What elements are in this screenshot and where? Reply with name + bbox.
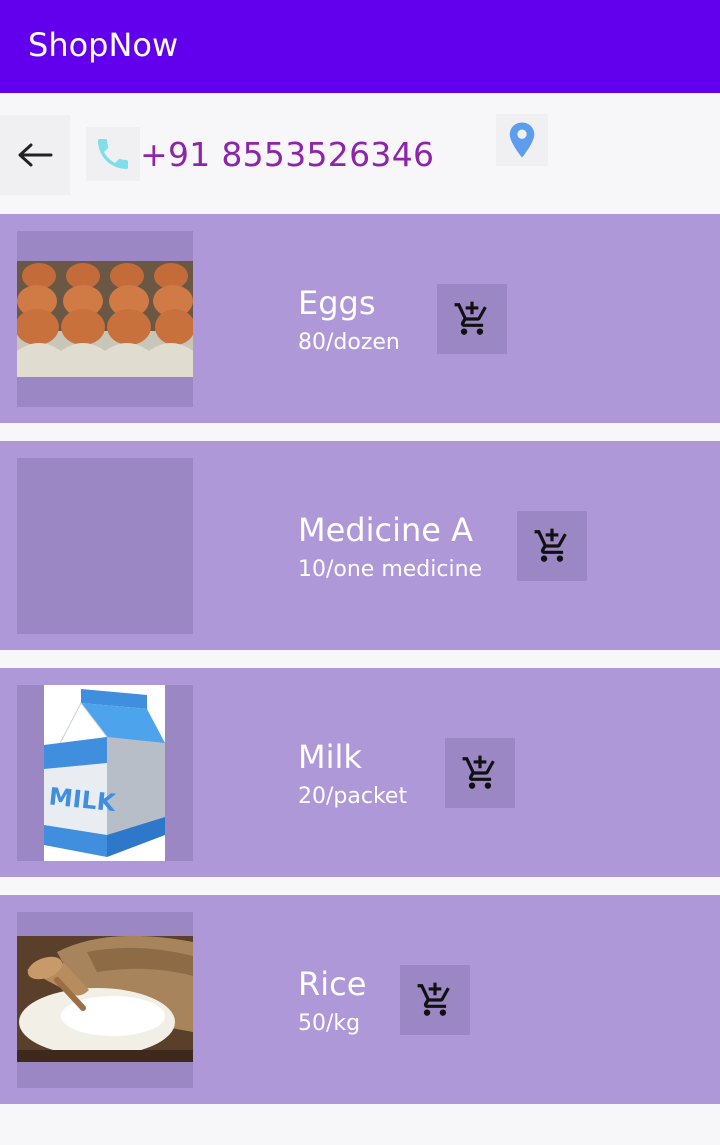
back-button[interactable] <box>0 115 70 195</box>
product-card[interactable]: Rice 50/kg <box>0 895 720 1104</box>
arrow-left-icon <box>18 143 53 167</box>
product-price: 20/packet <box>298 784 408 809</box>
product-name: Eggs <box>298 284 376 322</box>
add-to-cart-icon <box>462 755 495 789</box>
product-name: Rice <box>298 965 367 1003</box>
rice-sack-image <box>17 912 193 1088</box>
add-to-cart-icon <box>454 301 487 335</box>
product-price: 80/dozen <box>298 330 400 355</box>
add-to-cart-button[interactable] <box>517 511 587 581</box>
app-title: ShopNow <box>28 26 179 64</box>
phone-number[interactable]: +91 8553526346 <box>140 133 434 177</box>
product-price: 50/kg <box>298 1011 361 1036</box>
eggs-image <box>17 231 193 407</box>
add-to-cart-button[interactable] <box>445 738 515 808</box>
product-price: 10/one medicine <box>298 557 483 582</box>
add-to-cart-icon <box>417 982 450 1016</box>
product-name: Medicine A <box>298 511 474 549</box>
product-name: Milk <box>298 738 362 776</box>
product-card[interactable]: MILK Milk 20/packet <box>0 668 720 877</box>
add-to-cart-button[interactable] <box>437 284 507 354</box>
shop-header: +91 8553526346 <box>0 93 720 214</box>
map-pin-icon[interactable] <box>496 114 548 166</box>
add-to-cart-button[interactable] <box>400 965 470 1035</box>
empty-image-placeholder <box>17 458 193 634</box>
add-to-cart-icon <box>534 528 567 562</box>
app-bar: ShopNow <box>0 0 720 93</box>
phone-icon[interactable] <box>86 127 140 181</box>
product-card[interactable]: Eggs 80/dozen <box>0 214 720 423</box>
product-card[interactable]: Medicine A 10/one medicine <box>0 441 720 650</box>
milk-carton-image: MILK <box>17 685 193 861</box>
